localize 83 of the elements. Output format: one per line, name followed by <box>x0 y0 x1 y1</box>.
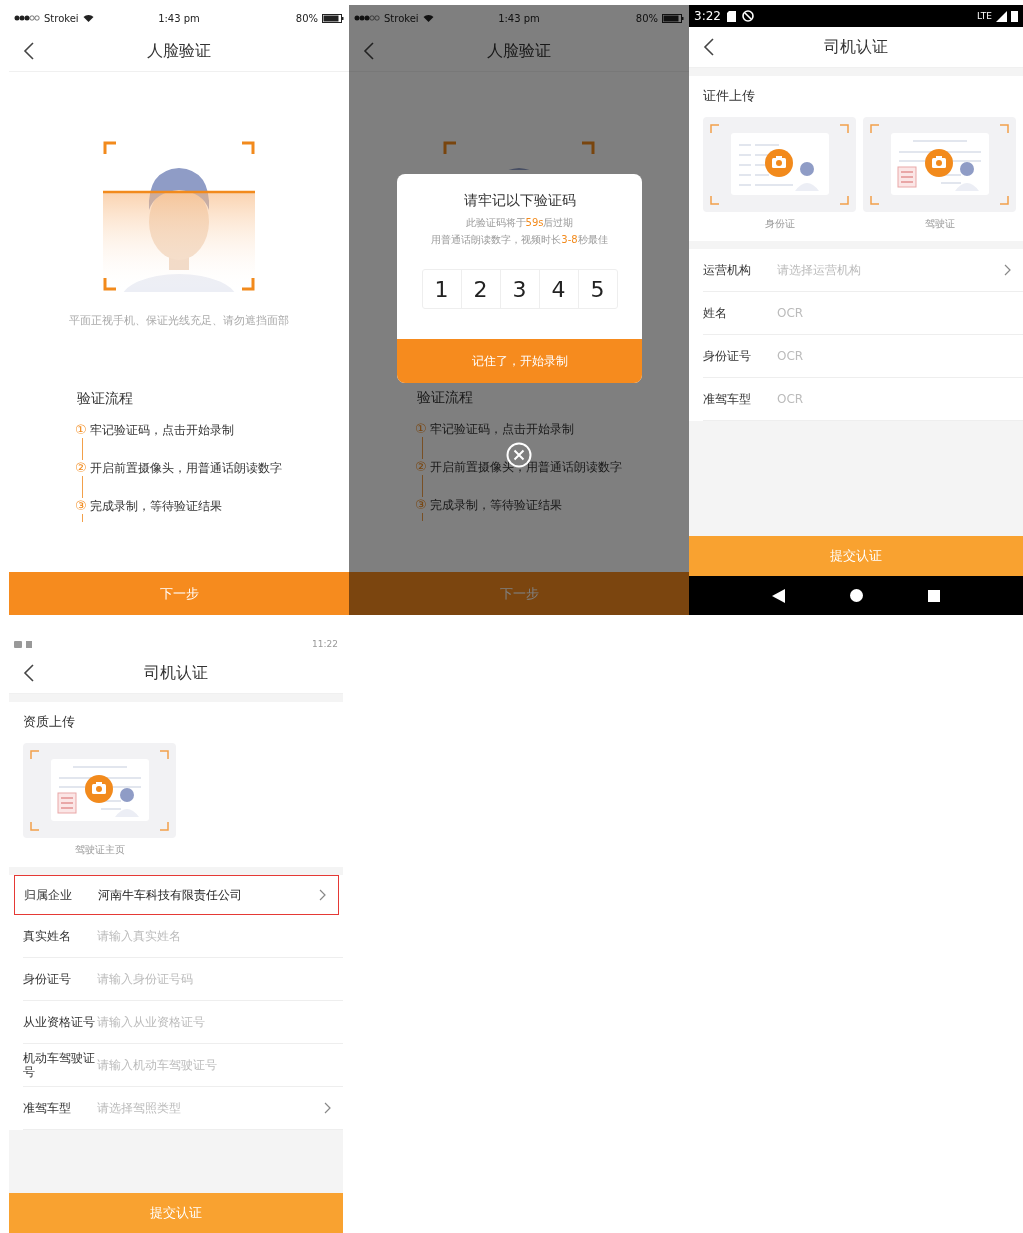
page-title: 人脸验证 <box>147 40 211 62</box>
step-number: ① <box>415 421 427 437</box>
status-time: 1:43 pm <box>498 12 540 24</box>
back-icon[interactable] <box>771 588 785 603</box>
signal-icon <box>14 15 40 21</box>
status-time: 3:22 <box>694 9 721 23</box>
battery-icon <box>662 13 684 23</box>
input-field[interactable]: 请输入真实姓名 <box>97 929 331 943</box>
start-recording-button[interactable]: 记住了，开始录制 <box>397 339 642 383</box>
step-text: 开启前置摄像头，用普通话朗读数字 <box>89 460 282 476</box>
sd-card-icon <box>726 10 736 22</box>
select-field[interactable]: 请选择驾照类型 <box>97 1099 324 1117</box>
card-caption: 驾驶证 <box>924 217 955 231</box>
field-label: 身份证号 <box>23 972 72 986</box>
input-field[interactable]: OCR <box>777 349 1011 363</box>
input-field[interactable]: 请输入从业资格证号 <box>97 1015 331 1029</box>
step-number: ② <box>415 459 427 475</box>
field-label: 身份证号 <box>703 349 752 363</box>
step-text: 牢记验证码，点击开始录制 <box>89 422 234 438</box>
step-text: 完成录制，等待验证结果 <box>89 498 222 514</box>
input-field[interactable]: 请输入身份证号码 <box>97 972 331 986</box>
page-title: 司机认证 <box>824 36 888 58</box>
dialog-text: 此验证码将于59s后过期 <box>465 216 574 230</box>
input-field[interactable]: OCR <box>777 392 1011 406</box>
chevron-icon <box>1004 264 1011 276</box>
back-icon[interactable] <box>23 664 35 682</box>
submit-button[interactable]: 提交认证 <box>9 1193 343 1233</box>
battery-icon <box>322 13 344 23</box>
field-label: 姓名 <box>703 306 728 320</box>
field-label: 机动车驾驶证号 <box>23 1051 96 1079</box>
status-time: 1:43 pm <box>158 12 200 24</box>
code-digit: 4 <box>538 270 578 308</box>
chevron-icon <box>319 889 326 901</box>
code-digit: 2 <box>460 270 500 308</box>
dialog-title: 请牢记以下验证码 <box>463 192 576 210</box>
step-text: 完成录制，等待验证结果 <box>429 497 562 513</box>
home-icon[interactable] <box>850 589 863 602</box>
battery-percent: 80% <box>295 12 318 24</box>
card-caption: 身份证 <box>764 217 795 231</box>
page-title: 司机认证 <box>144 662 208 684</box>
page-title: 人脸验证 <box>487 40 551 62</box>
card-caption: 驾驶证主页 <box>74 843 125 857</box>
signal-icon <box>996 10 1007 22</box>
step-number: ② <box>75 460 87 476</box>
section-title: 验证流程 <box>416 389 474 407</box>
dialog-text: 用普通话朗读数字，视频时长3-8秒最佳 <box>431 233 608 247</box>
field-label: 运营机构 <box>703 263 752 277</box>
back-icon[interactable] <box>23 42 35 60</box>
battery-icon <box>1011 10 1018 22</box>
wifi-icon <box>422 14 434 22</box>
step-number: ③ <box>75 498 87 514</box>
field-label: 真实姓名 <box>23 929 72 943</box>
step-text: 开启前置摄像头，用普通话朗读数字 <box>429 459 622 475</box>
code-digit: 1 <box>433 275 450 304</box>
code-digit: 3 <box>499 270 539 308</box>
step-number: ① <box>75 422 87 438</box>
section-title: 验证流程 <box>76 390 134 408</box>
section-title: 证件上传 <box>703 88 756 105</box>
status-time: 11:22 <box>312 639 338 649</box>
chevron-icon <box>324 1102 331 1114</box>
network-type: LTE <box>977 11 992 21</box>
signal-icon <box>354 15 380 21</box>
select-field[interactable]: 请选择运营机构 <box>777 261 1004 279</box>
back-icon[interactable] <box>703 38 715 56</box>
field-label: 归属企业 <box>24 888 73 902</box>
carrier-name: Strokei <box>384 12 419 24</box>
instruction-text: 平面正视手机、保证光线充足、请勿遮挡面部 <box>69 314 289 328</box>
input-field[interactable]: OCR <box>777 306 1011 320</box>
carrier-name: Strokei <box>44 12 79 24</box>
recents-icon[interactable] <box>928 589 941 602</box>
next-button[interactable]: 下一步 <box>9 572 349 615</box>
wifi-icon <box>82 14 94 22</box>
battery-percent: 80% <box>635 12 658 24</box>
input-field[interactable]: 请输入机动车驾驶证号 <box>97 1058 331 1072</box>
field-label: 从业资格证号 <box>23 1015 96 1029</box>
select-field[interactable]: 河南牛车科技有限责任公司 <box>98 886 319 904</box>
field-label: 准驾车型 <box>703 392 752 406</box>
field-label: 准驾车型 <box>23 1101 72 1115</box>
step-text: 牢记验证码，点击开始录制 <box>429 421 574 437</box>
section-title: 资质上传 <box>23 714 76 731</box>
code-digit: 5 <box>577 270 617 308</box>
submit-button[interactable]: 提交认证 <box>689 536 1023 576</box>
step-number: ③ <box>415 497 427 513</box>
